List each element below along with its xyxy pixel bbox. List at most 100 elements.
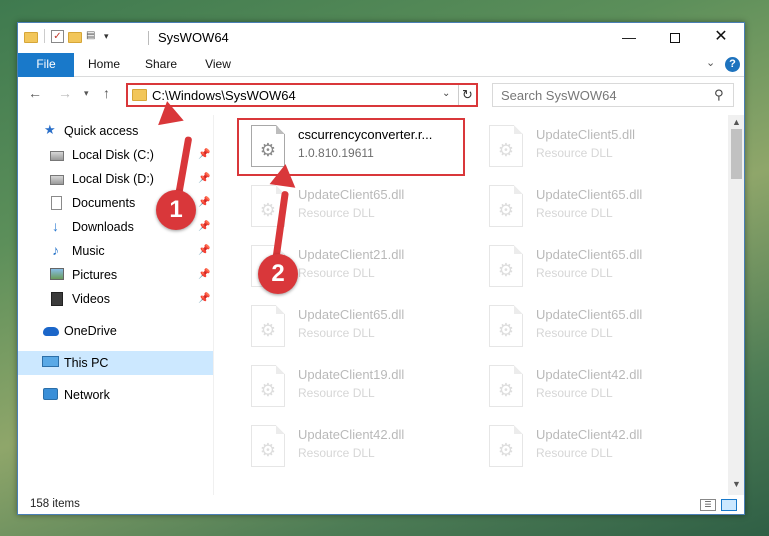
file-description: Resource DLL — [298, 386, 375, 400]
tiles-view-icon[interactable] — [721, 499, 737, 511]
title-separator — [148, 31, 149, 45]
pin-icon: 📌 — [198, 269, 211, 280]
search-input[interactable]: Search SysWOW64 — [501, 88, 617, 103]
sidebar-item-onedrive[interactable]: OneDrive — [18, 319, 213, 343]
tab-file[interactable]: File — [18, 53, 74, 77]
pin-icon: 📌 — [198, 149, 211, 160]
details-view-icon[interactable]: ☰ — [700, 499, 716, 511]
tab-view[interactable]: View — [190, 53, 246, 77]
file-name: UpdateClient42.dll — [298, 427, 405, 442]
file-description: Resource DLL — [536, 446, 613, 460]
gear-icon: ⚙ — [259, 440, 277, 460]
file-description: Resource DLL — [536, 386, 613, 400]
expand-ribbon-chevron-icon[interactable]: ⌄ — [706, 56, 715, 69]
file-description: Resource DLL — [298, 266, 375, 280]
annotation-arrow-1-head — [154, 98, 184, 126]
file-item[interactable]: ⚙ UpdateClient42.dll Resource DLL — [476, 419, 706, 475]
annotation-badge-2: 2 — [258, 254, 298, 294]
sidebar-item-label: Music — [72, 244, 105, 258]
star-icon: ★ — [44, 122, 56, 137]
file-item[interactable]: ⚙ UpdateClient19.dll Resource DLL — [238, 359, 468, 415]
sidebar-item-music[interactable]: ♪ Music 📌 — [18, 239, 213, 263]
scroll-thumb[interactable] — [731, 129, 742, 179]
refresh-button[interactable]: ↻ — [458, 85, 476, 105]
folder-icon — [132, 89, 147, 101]
disk-icon — [50, 175, 64, 185]
gear-icon: ⚙ — [497, 140, 515, 160]
sidebar-item-pictures[interactable]: Pictures 📌 — [18, 263, 213, 287]
file-item[interactable]: ⚙ UpdateClient65.dll Resource DLL — [476, 239, 706, 295]
sidebar-item-label: Pictures — [72, 268, 118, 282]
file-description: Resource DLL — [298, 206, 375, 220]
properties-check-icon[interactable]: ✓ — [51, 29, 64, 43]
file-item[interactable]: ⚙ UpdateClient65.dll Resource DLL — [238, 299, 468, 355]
sidebar-item-network[interactable]: Network — [18, 383, 213, 407]
up-button[interactable]: ↑ — [103, 85, 110, 101]
scroll-down-arrow-icon[interactable]: ▼ — [732, 479, 741, 489]
pin-icon: 📌 — [198, 221, 211, 232]
search-icon[interactable]: ⚲ — [714, 87, 724, 103]
annotation-arrow-2-head — [269, 162, 299, 188]
file-item[interactable]: ⚙ UpdateClient42.dll Resource DLL — [476, 359, 706, 415]
dll-file-icon: ⚙ — [489, 365, 523, 407]
file-item[interactable]: ⚙ UpdateClient42.dll Resource DLL — [238, 419, 468, 475]
help-icon[interactable]: ? — [725, 57, 740, 72]
file-name: UpdateClient5.dll — [536, 127, 636, 142]
file-list: ⚙ cscurrencyconverter.r... 1.0.810.19611… — [223, 115, 728, 495]
file-description: Resource DLL — [298, 326, 375, 340]
tab-share[interactable]: Share — [132, 53, 190, 77]
dll-file-icon: ⚙ — [251, 365, 285, 407]
pane-divider[interactable] — [213, 115, 214, 495]
customize-toolbar-dropdown-icon[interactable]: ▾ — [104, 31, 109, 42]
recent-locations-dropdown-icon[interactable]: ▾ — [84, 88, 89, 99]
file-description: Resource DLL — [298, 446, 375, 460]
forward-button[interactable]: → — [58, 85, 72, 101]
file-name: UpdateClient65.dll — [536, 187, 643, 202]
tab-home[interactable]: Home — [76, 53, 132, 77]
sidebar-item-label: Quick access — [64, 124, 139, 138]
file-description: Resource DLL — [536, 146, 613, 160]
pictures-icon — [50, 268, 64, 280]
documents-icon — [51, 196, 62, 210]
gear-icon: ⚙ — [259, 200, 277, 220]
item-count: 158 items — [30, 498, 80, 510]
title-bar: ✓ ▤ ▾ SysWOW64 — ✕ — [18, 23, 744, 53]
ribbon-tabs: File Home Share View ⌄ ? — [18, 53, 744, 77]
dll-file-icon: ⚙ — [251, 305, 285, 347]
vertical-scrollbar[interactable]: ▲ ▼ — [728, 115, 744, 495]
sidebar-item-this-pc[interactable]: This PC — [18, 351, 213, 375]
file-name: UpdateClient65.dll — [298, 187, 405, 202]
download-icon: ↓ — [52, 218, 59, 234]
address-history-dropdown-icon[interactable]: ⌄ — [442, 88, 450, 99]
sidebar-item-label: Local Disk (D:) — [72, 172, 154, 186]
file-item[interactable]: ⚙ UpdateClient65.dll Resource DLL — [238, 179, 468, 235]
network-icon — [43, 388, 58, 400]
file-name: UpdateClient19.dll — [298, 367, 405, 382]
file-item[interactable]: ⚙ UpdateClient65.dll Resource DLL — [476, 299, 706, 355]
pin-icon: 📌 — [198, 293, 211, 304]
close-button[interactable]: ✕ — [698, 23, 744, 53]
gear-icon: ⚙ — [497, 320, 515, 340]
search-box[interactable]: Search SysWOW64 ⚲ — [492, 83, 734, 107]
pin-icon: 📌 — [198, 197, 211, 208]
new-folder-icon[interactable] — [68, 31, 82, 43]
file-name: UpdateClient65.dll — [536, 307, 643, 322]
properties-icon[interactable]: ▤ — [86, 30, 100, 42]
file-item[interactable]: ⚙ UpdateClient65.dll Resource DLL — [476, 179, 706, 235]
file-name: UpdateClient21.dll — [298, 247, 405, 262]
sidebar-item-videos[interactable]: Videos 📌 — [18, 287, 213, 311]
disk-icon — [50, 151, 64, 161]
file-name: UpdateClient42.dll — [536, 427, 643, 442]
maximize-button[interactable] — [652, 23, 698, 53]
sidebar-item-label: Documents — [72, 196, 136, 210]
gear-icon: ⚙ — [497, 200, 515, 220]
sidebar-item-label: OneDrive — [64, 324, 117, 338]
scroll-up-arrow-icon[interactable]: ▲ — [732, 117, 741, 127]
minimize-button[interactable]: — — [606, 23, 652, 53]
gear-icon: ⚙ — [497, 440, 515, 460]
file-item[interactable]: ⚙ UpdateClient5.dll Resource DLL — [476, 119, 706, 175]
annotation-badge-1: 1 — [156, 190, 196, 230]
back-button[interactable]: ← — [28, 85, 42, 101]
gear-icon: ⚙ — [497, 260, 515, 280]
dll-file-icon: ⚙ — [489, 245, 523, 287]
